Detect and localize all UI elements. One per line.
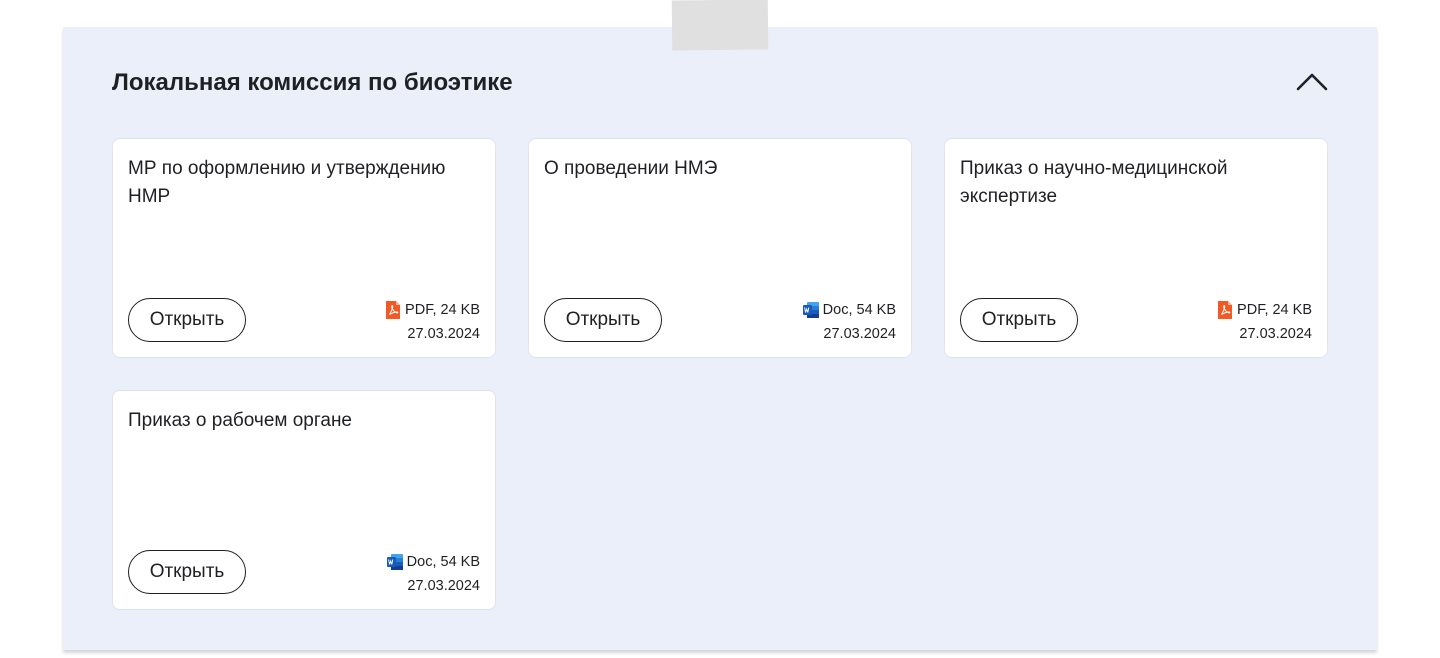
open-document-button[interactable]: Открыть [128,298,246,342]
open-document-button[interactable]: Открыть [128,550,246,594]
file-type-size: PDF, 24 KB [405,302,480,318]
open-document-button[interactable]: Открыть [544,298,662,342]
open-document-button[interactable]: Открыть [960,298,1078,342]
file-meta: PDF, 24 KB 27.03.2024 [385,298,480,346]
bioethics-section-panel: Локальная комиссия по биоэтике МР по офо… [63,27,1377,650]
chevron-up-icon [1296,73,1328,91]
file-meta: Doc, 54 KB 27.03.2024 [386,550,480,598]
pdf-icon [1218,301,1233,319]
document-card: О проведении НМЭ Открыть Doc, 54 KB 27.0… [528,138,912,358]
document-date: 27.03.2024 [407,326,480,342]
file-type-size: Doc, 54 KB [406,554,480,570]
file-type-size: Doc, 54 KB [822,302,896,318]
pdf-icon [386,301,401,319]
document-card: Приказ о рабочем органе Открыть Doc, 54 … [112,390,496,610]
file-type-size: PDF, 24 KB [1237,302,1312,318]
file-meta: Doc, 54 KB 27.03.2024 [802,298,896,346]
collapse-button[interactable] [1296,69,1328,97]
document-title: Приказ о рабочем органе [128,410,353,431]
document-card: МР по оформлению и утверждению НМР Откры… [112,138,496,358]
document-card: Приказ о научно-медицинской экспертизе О… [944,138,1328,358]
document-title: Приказ о научно-медицинской экспертизе [960,158,1228,207]
document-title: МР по оформлению и утверждению НМР [128,158,446,207]
document-date: 27.03.2024 [823,326,896,342]
tape-decoration [671,0,769,51]
section-header: Локальная комиссия по биоэтике [112,67,1328,103]
document-date: 27.03.2024 [407,578,480,594]
word-doc-icon [386,554,403,570]
file-meta: PDF, 24 KB 27.03.2024 [1217,298,1312,346]
word-doc-icon [802,302,819,318]
document-date: 27.03.2024 [1239,326,1312,342]
section-title: Локальная комиссия по биоэтике [112,69,513,96]
document-title: О проведении НМЭ [544,158,718,179]
